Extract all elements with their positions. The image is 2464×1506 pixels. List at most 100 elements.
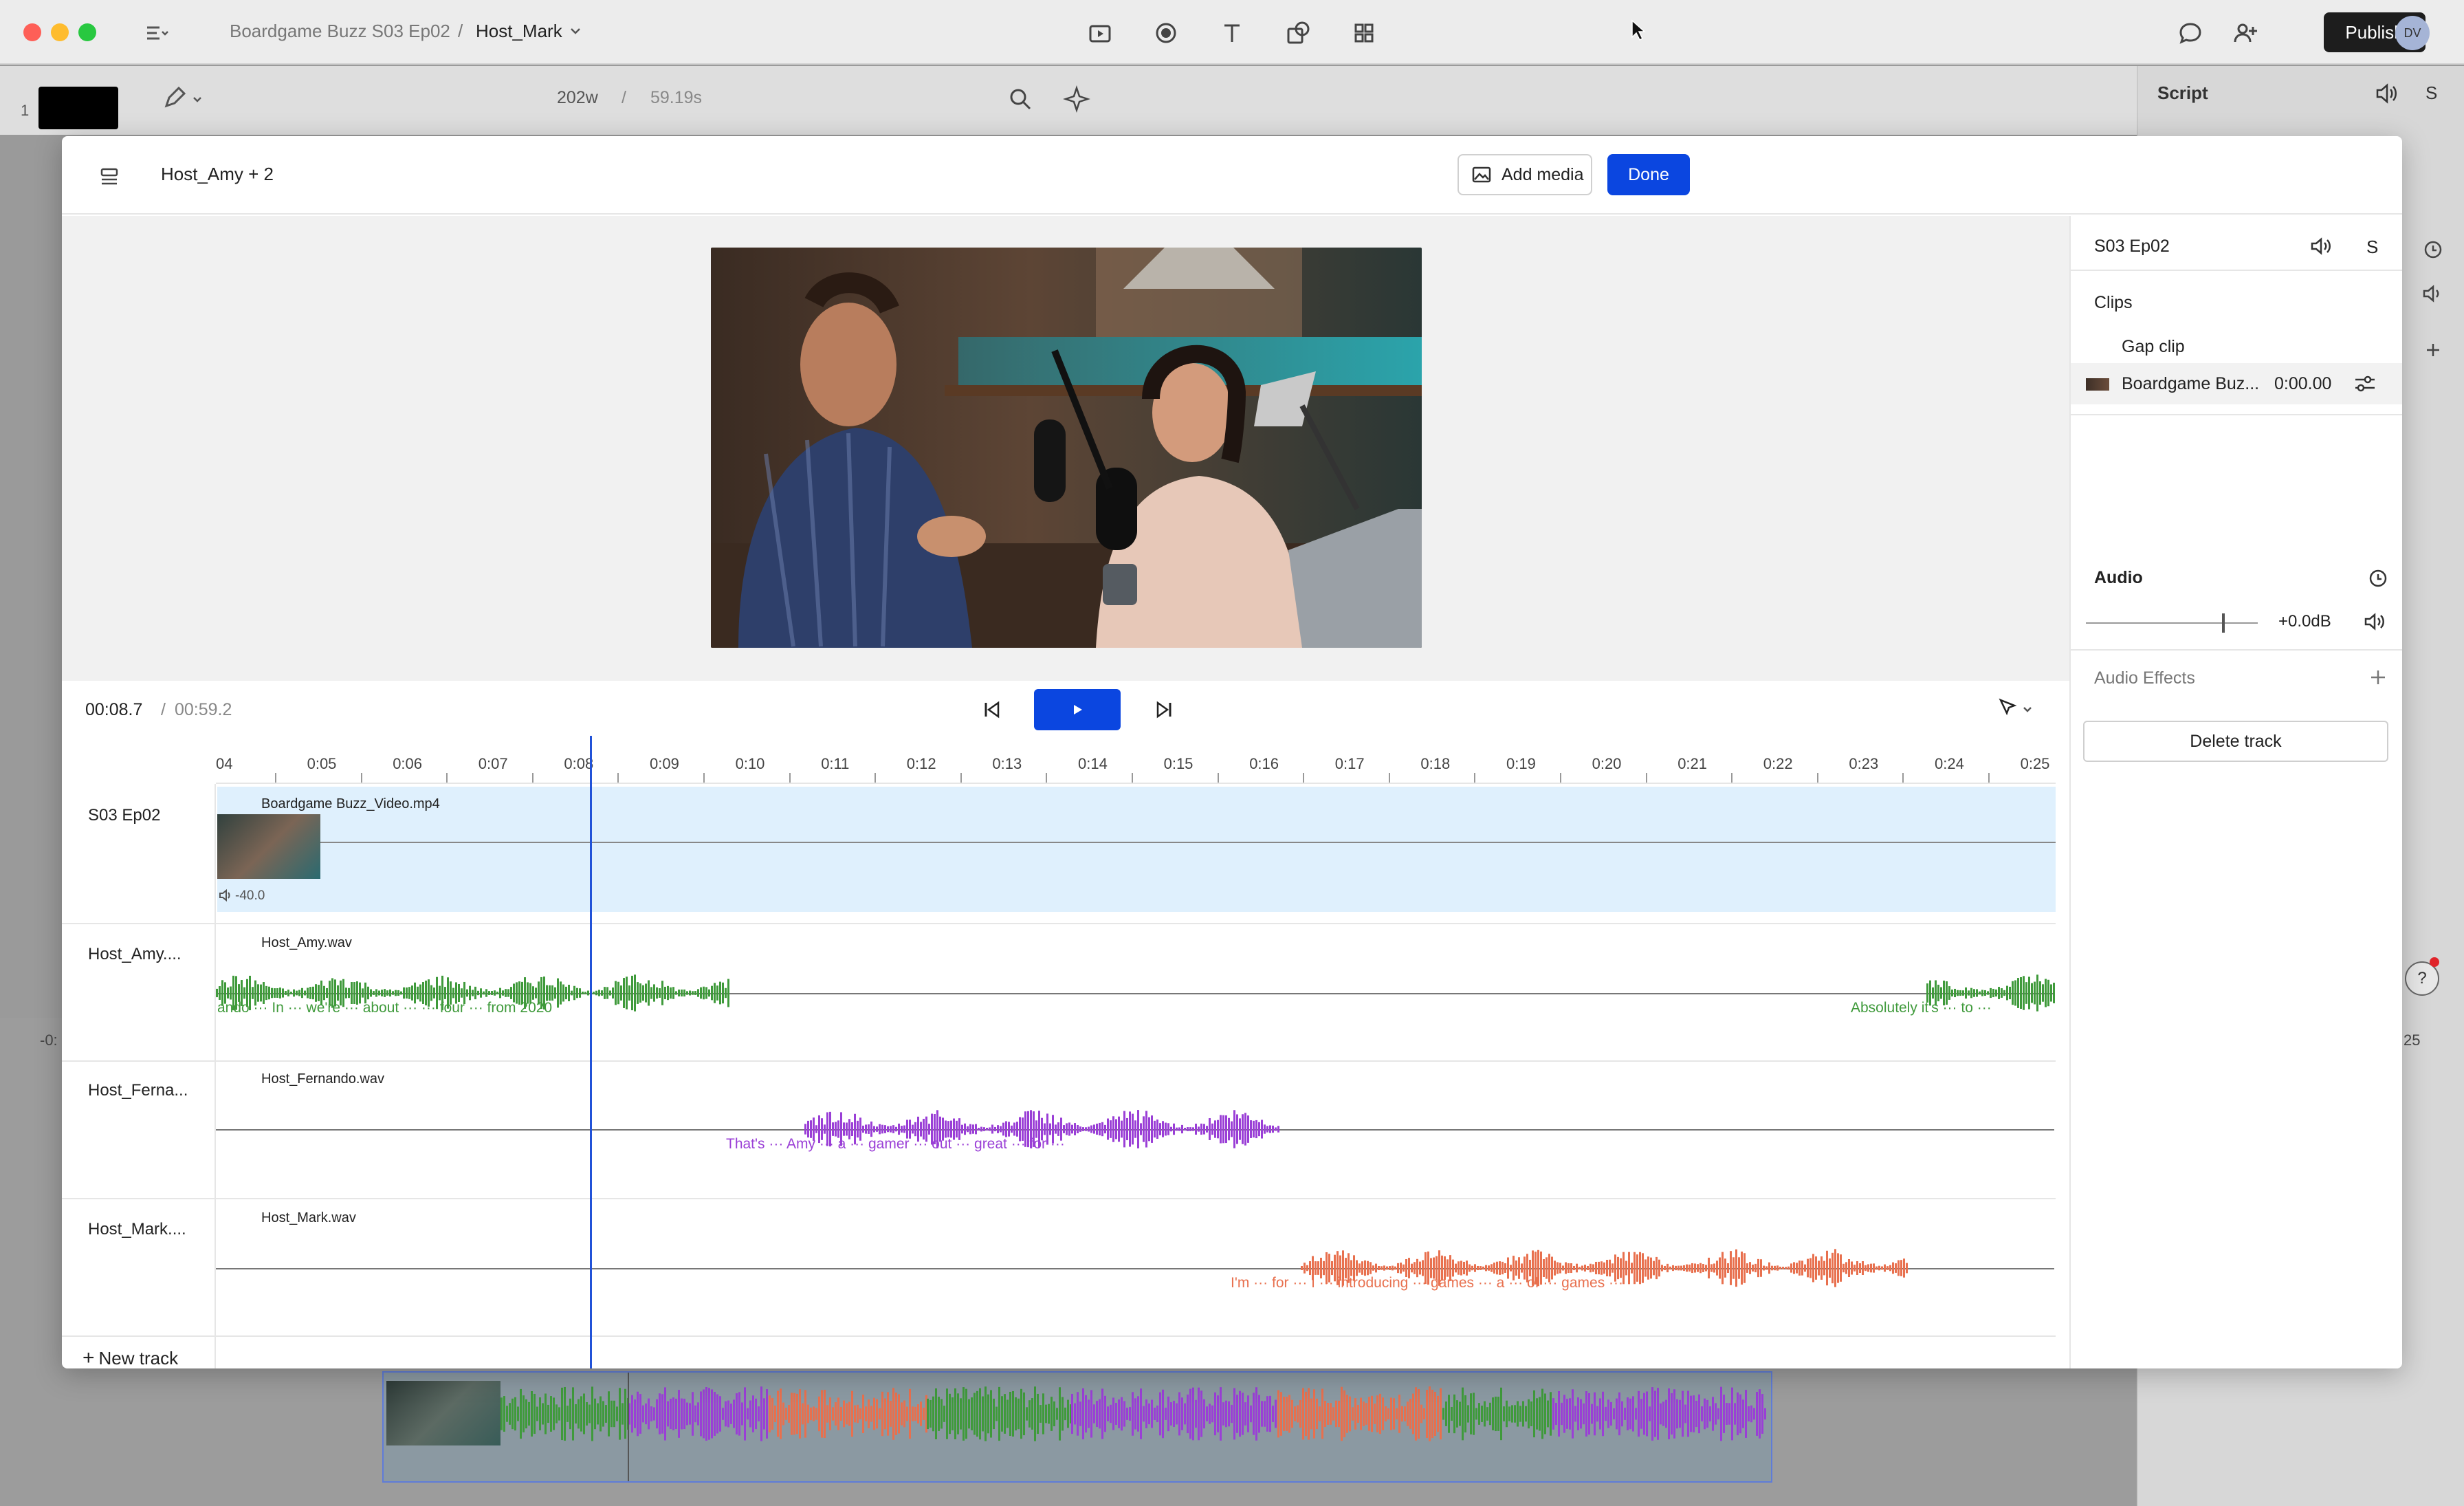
audio-history-icon[interactable]	[2368, 568, 2388, 589]
overview-waveform-bar	[1599, 1398, 1601, 1430]
overview-waveform-bar	[1239, 1390, 1241, 1437]
window-minimize-button[interactable]	[51, 23, 69, 41]
clip-thumbnail	[2086, 378, 2109, 391]
track-name[interactable]: Host_Ferna...	[88, 1081, 188, 1100]
add-icon[interactable]	[2421, 338, 2445, 362]
skip-forward-icon[interactable]	[1154, 699, 1176, 721]
overview-waveform-bar	[1118, 1399, 1120, 1428]
waveform-bar	[1253, 1120, 1255, 1138]
pen-tool-icon[interactable]	[161, 85, 209, 113]
speaker-icon[interactable]	[2372, 80, 2399, 107]
speaker-icon[interactable]	[2309, 235, 2333, 257]
clip-row-selected[interactable]: Boardgame Buz... 0:00.00	[2071, 363, 2402, 404]
overview-waveform-bar	[859, 1408, 861, 1420]
waveform-bar	[1722, 1252, 1724, 1285]
scene-icon[interactable]	[1086, 19, 1114, 47]
user-avatar[interactable]: DV	[2395, 16, 2430, 50]
search-icon[interactable]	[1006, 85, 1034, 113]
breadcrumb-composition[interactable]: Host_Mark	[476, 21, 562, 42]
adjust-icon[interactable]	[2353, 373, 2377, 395]
gain-slider-track[interactable]	[2086, 622, 2258, 624]
waveform-bar	[1200, 1123, 1202, 1135]
track-name[interactable]: Host_Mark....	[88, 1220, 186, 1239]
overview-waveform-bar	[912, 1406, 914, 1421]
overview-waveform-bar	[1684, 1404, 1686, 1423]
ai-sparkle-icon[interactable]	[1063, 85, 1090, 113]
play-button[interactable]	[1034, 689, 1121, 730]
gap-clip-item[interactable]: Gap clip	[2122, 337, 2185, 357]
overview-waveform-bar	[1026, 1407, 1028, 1421]
overview-waveform-bar	[1627, 1397, 1629, 1430]
waveform-bar	[672, 987, 674, 999]
add-effect-icon[interactable]	[2368, 667, 2388, 688]
playhead[interactable]	[590, 736, 592, 1368]
overview-waveform-bar	[1184, 1403, 1186, 1425]
audio-clip-name: Host_Fernando.wav	[261, 1071, 384, 1087]
host-amy-waveform[interactable]	[216, 952, 2056, 1034]
record-icon[interactable]	[1152, 19, 1180, 47]
overview-waveform-bar	[686, 1402, 688, 1426]
waveform-bar	[1195, 1124, 1197, 1135]
overview-waveform-bar	[667, 1401, 669, 1427]
host-fernando-waveform[interactable]	[216, 1088, 2056, 1170]
overview-strip[interactable]	[382, 1371, 1772, 1483]
track-name[interactable]: Host_Amy....	[88, 945, 182, 964]
breadcrumb-project[interactable]: Boardgame Buzz S03 Ep02	[230, 21, 450, 42]
delete-track-button[interactable]: Delete track	[2083, 721, 2388, 762]
clock-icon[interactable]	[2421, 238, 2445, 261]
volume-icon[interactable]	[2420, 282, 2446, 305]
window-maximize-button[interactable]	[78, 23, 96, 41]
overview-waveform-bar	[884, 1398, 886, 1430]
new-track-button[interactable]: + New track	[82, 1346, 178, 1368]
overview-waveform-bar	[771, 1397, 773, 1430]
script-panel-s[interactable]: S	[2426, 83, 2437, 104]
waveform-bar	[1680, 1265, 1682, 1271]
video-preview[interactable]	[711, 248, 1422, 648]
waveform-bar	[967, 1126, 969, 1133]
menu-icon[interactable]	[142, 19, 169, 47]
waveform-bar	[1314, 1261, 1317, 1275]
overview-waveform-bar	[1478, 1403, 1480, 1425]
host-amy-words-b: Absolutely it's ··· to ···	[1851, 1000, 1992, 1016]
done-button[interactable]: Done	[1607, 154, 1690, 195]
add-media-button[interactable]: Add media	[1458, 154, 1592, 195]
waveform-bar	[1760, 1259, 1762, 1277]
overview-waveform-bar	[506, 1406, 508, 1422]
grid-icon[interactable]	[1350, 19, 1378, 47]
gain-slider-handle[interactable]	[2222, 613, 2225, 633]
timeline-ruler[interactable]: 04 0:05 0:06 0:07 0:08 0:09 0:10 0:11 0:12 0:13 0:…	[216, 744, 2076, 784]
waveform-bar	[1653, 1261, 1655, 1276]
shapes-icon[interactable]	[1284, 19, 1312, 47]
overview-waveform-bar	[1712, 1397, 1714, 1431]
host-mark-waveform[interactable]	[216, 1227, 2056, 1309]
layers-icon[interactable]	[98, 165, 121, 188]
waveform-bar	[587, 990, 589, 996]
waveform-bar	[1895, 1263, 1897, 1273]
waveform-bar	[1266, 1126, 1268, 1133]
overview-waveform-bar	[1082, 1388, 1084, 1440]
window-close-button[interactable]	[23, 23, 41, 41]
volume-icon[interactable]	[217, 887, 234, 904]
ruler-tick-label: 0:07	[478, 755, 508, 772]
volume-icon[interactable]	[2362, 611, 2388, 633]
comment-icon[interactable]	[2177, 19, 2204, 47]
overview-waveform-bar	[1517, 1401, 1519, 1427]
add-person-icon[interactable]	[2232, 19, 2259, 47]
pointer-tool-icon[interactable]	[1996, 697, 2035, 722]
track-name[interactable]: S03 Ep02	[88, 806, 160, 825]
overview-waveform-bar	[993, 1398, 995, 1430]
waveform-bar	[1932, 987, 1934, 999]
video-clip[interactable]: Boardgame Buzz_Video.mp4 -40.0	[217, 787, 2056, 912]
waveform-bar	[348, 987, 350, 998]
waveform-bar	[1581, 1265, 1583, 1271]
waveform-bar	[1898, 1260, 1900, 1276]
text-icon[interactable]	[1218, 19, 1246, 47]
solo-toggle[interactable]: S	[2366, 237, 2378, 258]
waveform-bar	[1134, 1120, 1136, 1138]
skip-back-icon[interactable]	[980, 699, 1002, 721]
overview-waveform-bar	[1170, 1402, 1172, 1426]
overview-waveform-bar	[1764, 1408, 1766, 1420]
overview-waveform-bar	[1671, 1393, 1673, 1435]
chevron-down-icon[interactable]	[568, 23, 583, 39]
page-thumbnail[interactable]	[38, 87, 118, 129]
